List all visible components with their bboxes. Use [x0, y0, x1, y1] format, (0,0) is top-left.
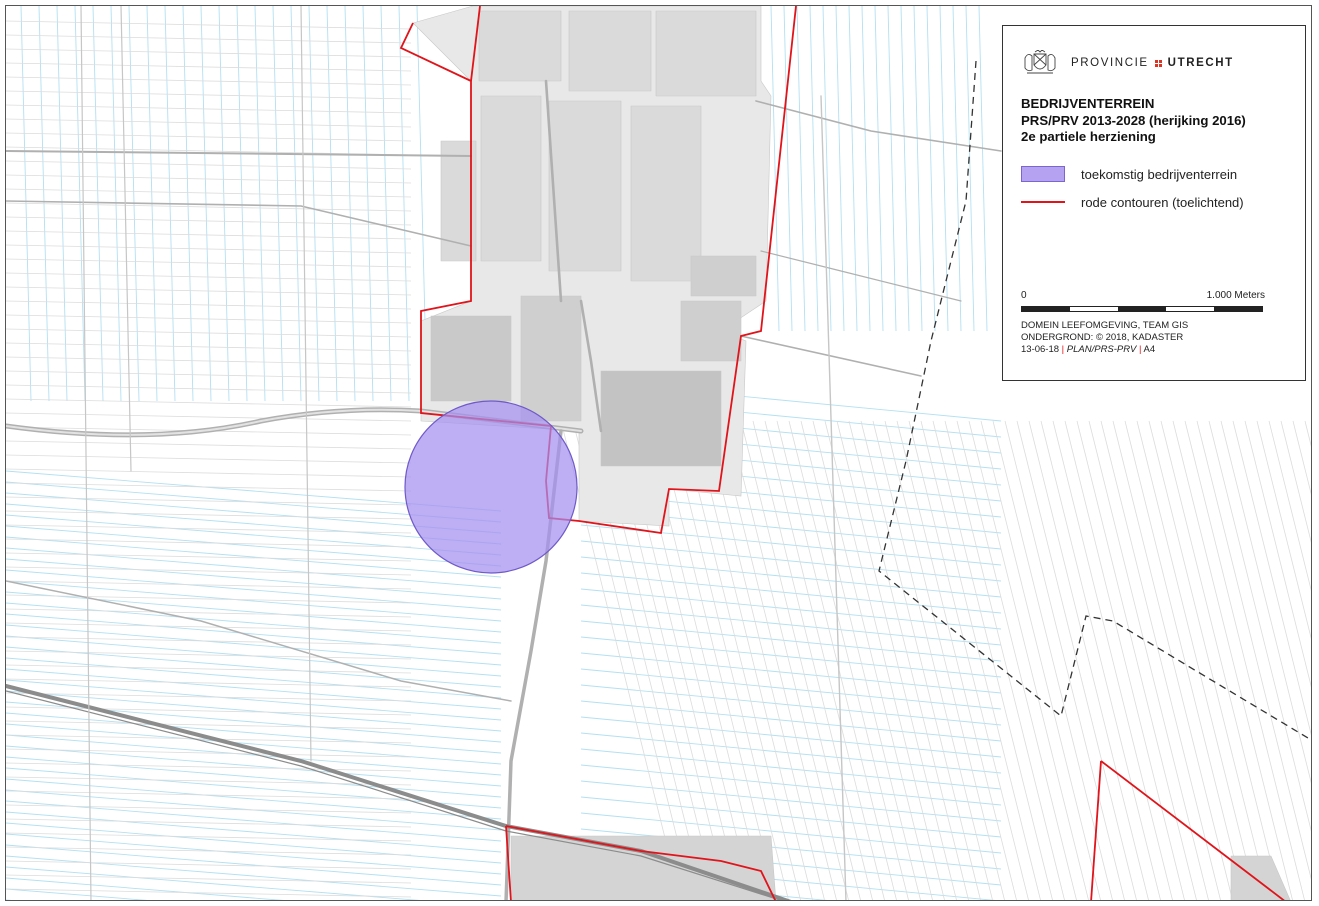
map-frame[interactable]: PROVINCIE UTRECHT BEDRIJVENTERREIN PRS/P… [5, 5, 1312, 901]
scale-right-label: 1.000 Meters [1206, 290, 1265, 301]
org-city: UTRECHT [1167, 57, 1234, 69]
purple-swatch-icon [1021, 166, 1065, 182]
legend-item-red-contours: rode contouren (toelichtend) [1021, 194, 1244, 210]
legend-item-label: toekomstig bedrijventerrein [1081, 166, 1238, 182]
credits-line-3: 13-06-18 | PLAN/PRS-PRV | A4 [1021, 344, 1188, 356]
legend-item-label: rode contouren (toelichtend) [1081, 194, 1244, 210]
credits-date: 13-06-18 [1021, 344, 1060, 355]
credits-plan: PLAN/PRS-PRV [1066, 344, 1137, 355]
credits-separator: | [1061, 344, 1065, 355]
legend-title-line-3: 2e partiele herziening [1021, 129, 1156, 144]
scale-bar: 0 1.000 Meters [1021, 290, 1265, 312]
red-line-swatch-icon [1021, 194, 1065, 210]
coat-of-arms-icon [1024, 50, 1056, 74]
credits-line-1: DOMEIN LEEFOMGEVING, TEAM GIS [1021, 320, 1189, 331]
credits-line-2: ONDERGROND: © 2018, KADASTER [1021, 332, 1184, 343]
legend-title-line-1: BEDRIJVENTERREIN [1021, 96, 1155, 111]
credits-format: A4 [1143, 344, 1156, 355]
legend-panel: PROVINCIE UTRECHT BEDRIJVENTERREIN PRS/P… [1002, 25, 1306, 381]
credits-separator: | [1138, 344, 1142, 355]
credits: DOMEIN LEEFOMGEVING, TEAM GIS ONDERGROND… [1021, 320, 1188, 356]
proposed-business-area [404, 400, 578, 574]
logo-dots-icon [1154, 59, 1162, 67]
legend-item-business-area: toekomstig bedrijventerrein [1021, 166, 1237, 182]
province-logo: PROVINCIE UTRECHT [1021, 48, 1234, 78]
scale-left-label: 0 [1021, 290, 1027, 301]
org-word: PROVINCIE [1071, 57, 1149, 69]
legend-title: BEDRIJVENTERREIN PRS/PRV 2013-2028 (heri… [1021, 96, 1246, 146]
legend-title-line-2: PRS/PRV 2013-2028 (herijking 2016) [1021, 112, 1246, 128]
scale-bar-graphic [1021, 306, 1263, 312]
